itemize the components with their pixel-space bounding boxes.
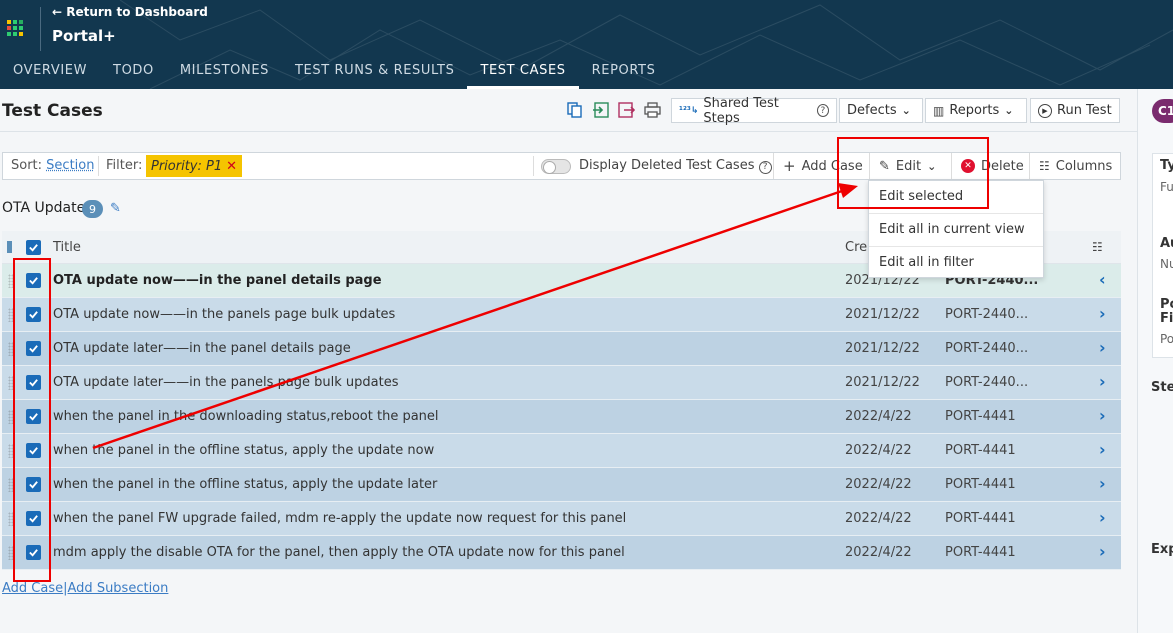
annotation-arrow (92, 183, 858, 450)
